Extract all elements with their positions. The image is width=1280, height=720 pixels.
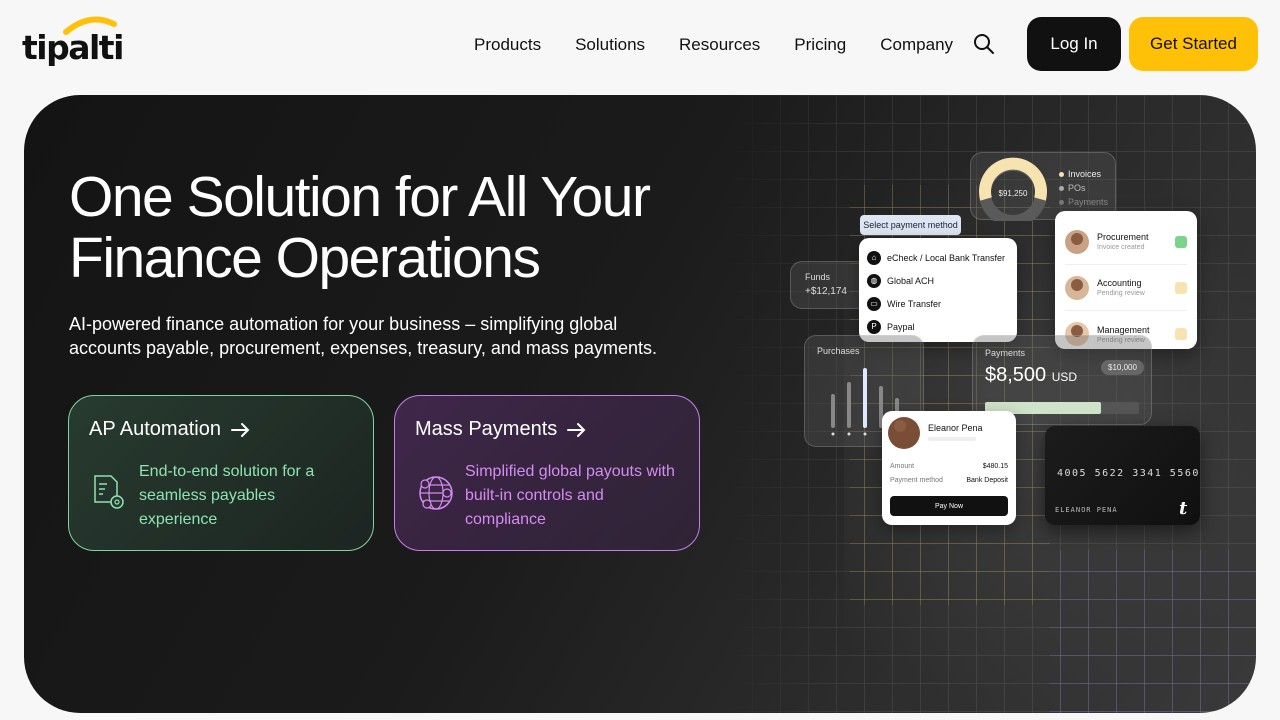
payee-method-row: Payment method Bank Deposit <box>890 477 1008 484</box>
payee-amount-row: Amount $480.15 <box>890 463 1008 470</box>
get-started-button[interactable]: Get Started <box>1129 17 1258 71</box>
payment-method-tag: Select payment method <box>860 215 961 235</box>
hero-title-line-1: One Solution for All Your <box>69 165 651 229</box>
card-title: Mass Payments <box>415 418 558 440</box>
funds-widget: Funds +$12,174 <box>790 261 870 309</box>
hero-title: One Solution for All Your Finance Operat… <box>69 167 749 289</box>
purchases-label: Purchases <box>817 346 860 356</box>
login-button[interactable]: Log In <box>1027 17 1121 71</box>
globe-currency-icon <box>419 476 453 510</box>
payments-limit: $10,000 <box>1101 360 1144 375</box>
ap-automation-card[interactable]: AP Automation End-to-end solution for a … <box>68 395 374 551</box>
approved-check-icon <box>1175 235 1187 248</box>
payee-name: Eleanor Pena <box>928 423 983 433</box>
hero-subtitle: AI-powered finance automation for your b… <box>69 314 657 358</box>
legend-payments: Payments <box>1059 195 1108 209</box>
hero-section: One Solution for All Your Finance Operat… <box>24 95 1256 713</box>
payee-card: Eleanor Pena Amount $480.15 Payment metho… <box>882 411 1016 525</box>
bank-icon: ⌂ <box>867 250 881 265</box>
pending-clock-icon <box>1175 281 1187 294</box>
payment-option[interactable]: ◍ Global ACH <box>867 269 1009 292</box>
search-icon[interactable] <box>972 32 996 56</box>
nav-pricing[interactable]: Pricing <box>794 35 846 55</box>
card-holder: ELEANOR PENA <box>1055 506 1118 514</box>
card-title: AP Automation <box>89 418 221 440</box>
wire-icon: ▭ <box>867 296 881 311</box>
payment-method-list: ⌂ eCheck / Local Bank Transfer ◍ Global AC… <box>859 238 1017 342</box>
nav-products[interactable]: Products <box>474 35 541 55</box>
arrow-right-icon <box>567 422 586 437</box>
logo-wordmark: tipalti <box>22 28 124 67</box>
legend-invoices: Invoices <box>1059 167 1108 181</box>
main-nav: Products Solutions Resources Pricing Com… <box>474 35 987 55</box>
pay-now-button[interactable]: Pay Now <box>890 496 1008 516</box>
donut-chart: $91,250 <box>979 157 1047 227</box>
donut-amount: $91,250 <box>999 189 1028 198</box>
approval-row: Accounting Pending review <box>1065 265 1187 311</box>
funds-value: +$12,174 <box>805 286 847 297</box>
payee-avatar <box>888 417 920 449</box>
nav-resources[interactable]: Resources <box>679 35 760 55</box>
nav-solutions[interactable]: Solutions <box>575 35 645 55</box>
funds-label: Funds <box>805 272 831 282</box>
payment-option[interactable]: ⌂ eCheck / Local Bank Transfer <box>867 246 1009 269</box>
card-description: End-to-end solution for a seamless payab… <box>139 463 315 528</box>
paypal-icon: P <box>867 319 881 334</box>
pending-clock-icon <box>1175 328 1187 340</box>
site-header: tipalti Products Solutions Resources Pri… <box>0 0 1280 90</box>
payment-option[interactable]: ▭ Wire Transfer <box>867 292 1009 315</box>
globe-icon: ◍ <box>867 273 881 288</box>
mass-payments-card[interactable]: Mass Payments Simplified global payouts … <box>394 395 700 551</box>
avatar <box>1065 229 1089 254</box>
card-description: Simplified global payouts with built-in … <box>465 463 675 528</box>
approval-flow: Procurement Invoice created Accounting Pen… <box>1055 211 1197 349</box>
legend-pos: POs <box>1059 181 1108 195</box>
invoice-gear-icon <box>94 475 124 509</box>
approval-row: Procurement Invoice created <box>1065 219 1187 265</box>
donut-widget: $91,250 Invoices POs Payments <box>970 152 1116 227</box>
card-number: 4005 5622 3341 5560 <box>1057 468 1200 479</box>
tipalti-logo[interactable]: tipalti <box>20 14 124 67</box>
hero-title-line-2: Finance Operations <box>69 226 541 290</box>
arrow-right-icon <box>230 422 250 437</box>
payments-label: Payments <box>985 348 1026 358</box>
card-logo: t <box>1179 498 1188 519</box>
nav-company[interactable]: Company <box>880 35 953 55</box>
credit-card: 4005 5622 3341 5560 ELEANOR PENA t <box>1045 426 1200 525</box>
avatar <box>1065 275 1089 300</box>
